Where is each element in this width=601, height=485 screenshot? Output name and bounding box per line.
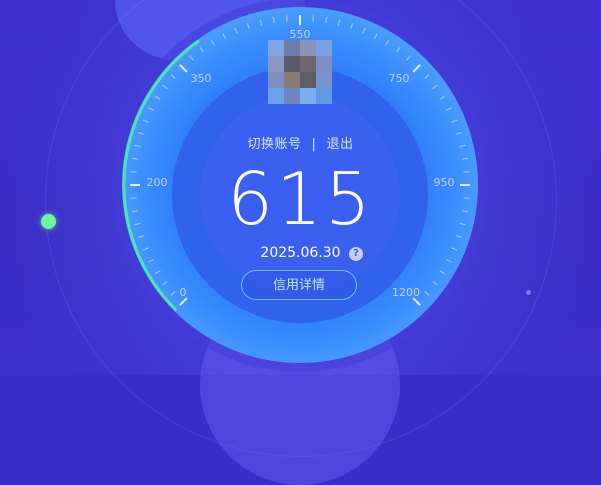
tick-label-0: 0: [163, 286, 203, 299]
user-avatar[interactable]: [268, 40, 332, 104]
credit-score-value: 615: [0, 157, 601, 241]
account-separator: |: [312, 137, 317, 152]
tick-label-750: 750: [379, 72, 419, 85]
tick-label-1200: 1200: [386, 286, 426, 299]
logout-link[interactable]: 退出: [326, 137, 353, 152]
tick-label-350: 350: [181, 72, 221, 85]
score-date: 2025.06.30: [0, 245, 601, 261]
help-icon[interactable]: ?: [349, 247, 363, 261]
credit-details-button[interactable]: 信用详情: [241, 270, 357, 300]
switch-account-link[interactable]: 切换账号: [248, 137, 302, 152]
account-links: 切换账号 | 退出: [0, 133, 601, 152]
